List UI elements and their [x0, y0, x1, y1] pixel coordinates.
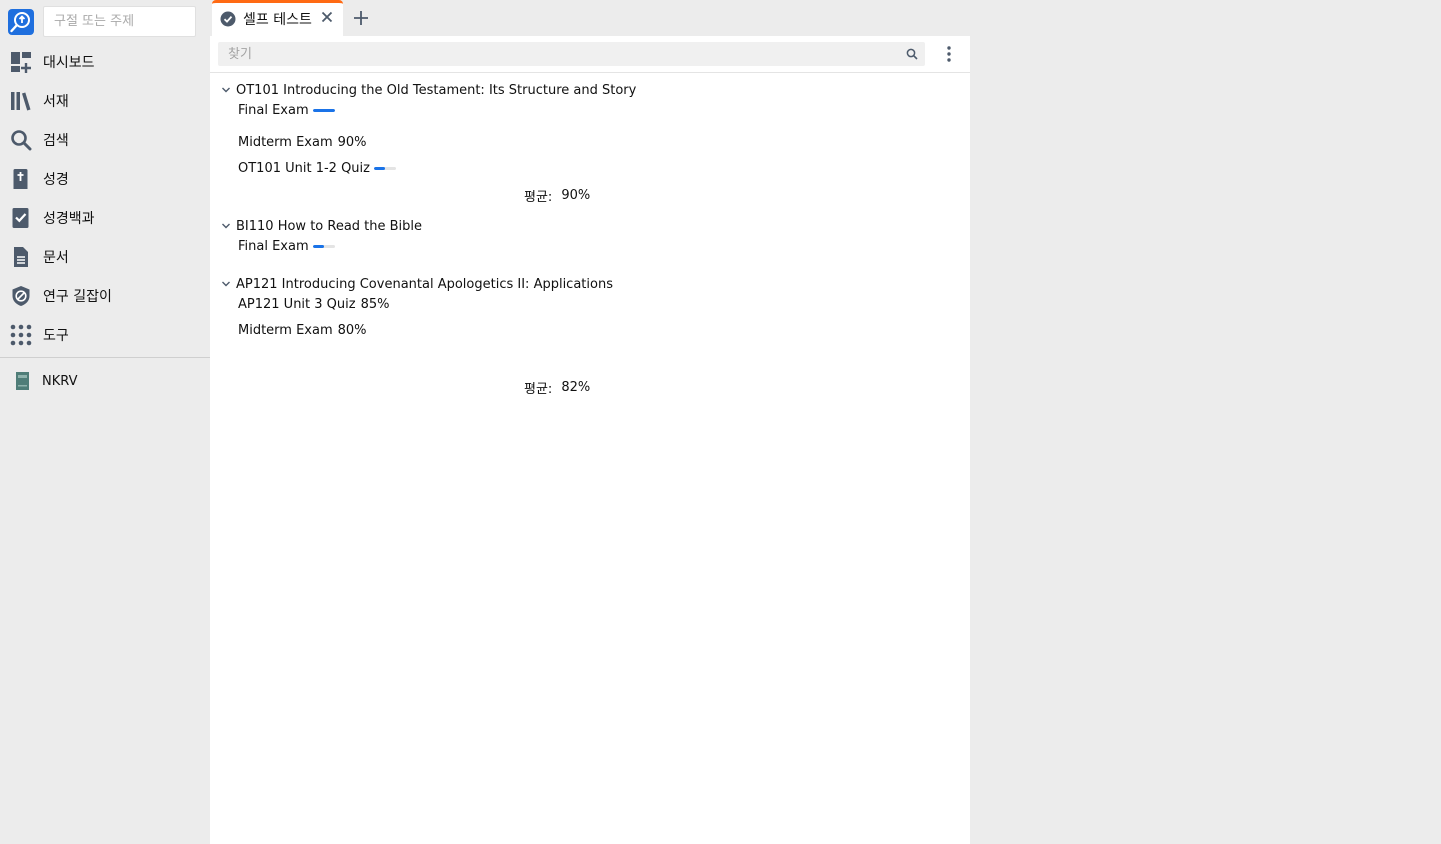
test-score: 80%: [337, 322, 367, 338]
test-name: Final Exam: [238, 102, 309, 118]
nav-label: 성경: [43, 171, 69, 188]
test-row[interactable]: Midterm Exam 80%: [238, 320, 367, 340]
test-name: Midterm Exam: [238, 322, 333, 338]
dashboard-icon: [11, 51, 31, 73]
close-icon[interactable]: [318, 8, 336, 26]
test-name: AP121 Unit 3 Quiz: [238, 296, 356, 312]
bible-icon: [13, 168, 28, 189]
factbook-icon: [12, 207, 29, 228]
nav-label: 검색: [43, 132, 69, 149]
test-row[interactable]: Midterm Exam 90%: [238, 132, 367, 152]
tools-grid-icon: [10, 324, 32, 345]
chevron-down-icon[interactable]: [220, 84, 232, 96]
progress-bar: [312, 108, 335, 112]
nav-item-dashboard[interactable]: 대시보드: [0, 42, 210, 81]
course-title: AP121 Introducing Covenantal Apologetics…: [236, 276, 613, 292]
nav-item-search[interactable]: 검색: [0, 120, 210, 159]
recent-label: NKRV: [42, 373, 78, 389]
nav-label: 대시보드: [43, 54, 95, 71]
nav-item-library[interactable]: 서재: [0, 81, 210, 120]
guide-icon: [12, 285, 30, 306]
average-value: 90%: [561, 187, 591, 203]
nav-item-guides[interactable]: 연구 길잡이: [0, 276, 210, 315]
tab-label: 셀프 테스트: [243, 12, 312, 28]
test-score: 90%: [337, 134, 367, 150]
panel-divider: [210, 72, 970, 73]
nav-label: 서재: [43, 93, 69, 110]
test-row[interactable]: AP121 Unit 3 Quiz 85%: [238, 294, 390, 314]
course-title: OT101 Introducing the Old Testament: Its…: [236, 82, 637, 98]
progress-bar: [312, 244, 335, 248]
test-score: 85%: [360, 296, 390, 312]
course-title: BI110 How to Read the Bible: [236, 218, 423, 234]
add-tab-icon[interactable]: [351, 8, 371, 28]
nav-label: 성경백과: [43, 210, 95, 227]
test-row[interactable]: Final Exam: [238, 236, 335, 256]
course-average: 평균: 90%: [524, 185, 590, 205]
test-name: Final Exam: [238, 238, 309, 254]
nav-label: 연구 길잡이: [43, 288, 112, 305]
chevron-down-icon[interactable]: [220, 278, 232, 290]
nav-label: 문서: [43, 249, 69, 266]
self-test-panel: OT101 Introducing the Old Testament: Its…: [210, 36, 970, 844]
nav-item-tools[interactable]: 도구: [0, 315, 210, 354]
average-value: 82%: [561, 379, 591, 395]
library-icon: [11, 91, 31, 110]
app-logo-icon[interactable]: [8, 9, 34, 35]
course-header[interactable]: AP121 Introducing Covenantal Apologetics…: [220, 274, 613, 294]
document-icon: [14, 246, 28, 267]
sidebar: 대시보드 서재 검색 성경 성경백과 문서: [0, 0, 210, 844]
nav-label: 도구: [43, 327, 69, 344]
nav-item-bible[interactable]: 성경: [0, 159, 210, 198]
course-average: 평균: 82%: [524, 377, 590, 397]
chevron-down-icon[interactable]: [220, 220, 232, 232]
test-name: OT101 Unit 1-2 Quiz: [238, 160, 370, 176]
progress-bar: [374, 166, 396, 170]
filter-input[interactable]: [218, 42, 925, 66]
nav-item-factbook[interactable]: 성경백과: [0, 198, 210, 237]
course-header[interactable]: BI110 How to Read the Bible: [220, 216, 422, 236]
test-row[interactable]: OT101 Unit 1-2 Quiz: [238, 158, 396, 178]
recent-item-nkrv[interactable]: NKRV: [0, 367, 210, 395]
search-icon: [11, 129, 32, 150]
nav-item-documents[interactable]: 문서: [0, 237, 210, 276]
check-circle-icon: [220, 11, 236, 27]
passage-search-input[interactable]: [43, 6, 196, 37]
test-row[interactable]: Final Exam: [238, 100, 335, 120]
sidebar-divider: [0, 357, 210, 358]
book-cover-icon: [16, 372, 29, 390]
course-header[interactable]: OT101 Introducing the Old Testament: Its…: [220, 80, 636, 100]
more-options-icon[interactable]: [946, 46, 952, 62]
test-name: Midterm Exam: [238, 134, 333, 150]
search-icon[interactable]: [906, 48, 918, 60]
average-label: 평균:: [524, 381, 553, 397]
average-label: 평균:: [524, 189, 553, 205]
tab-self-test[interactable]: 셀프 테스트: [212, 0, 343, 36]
